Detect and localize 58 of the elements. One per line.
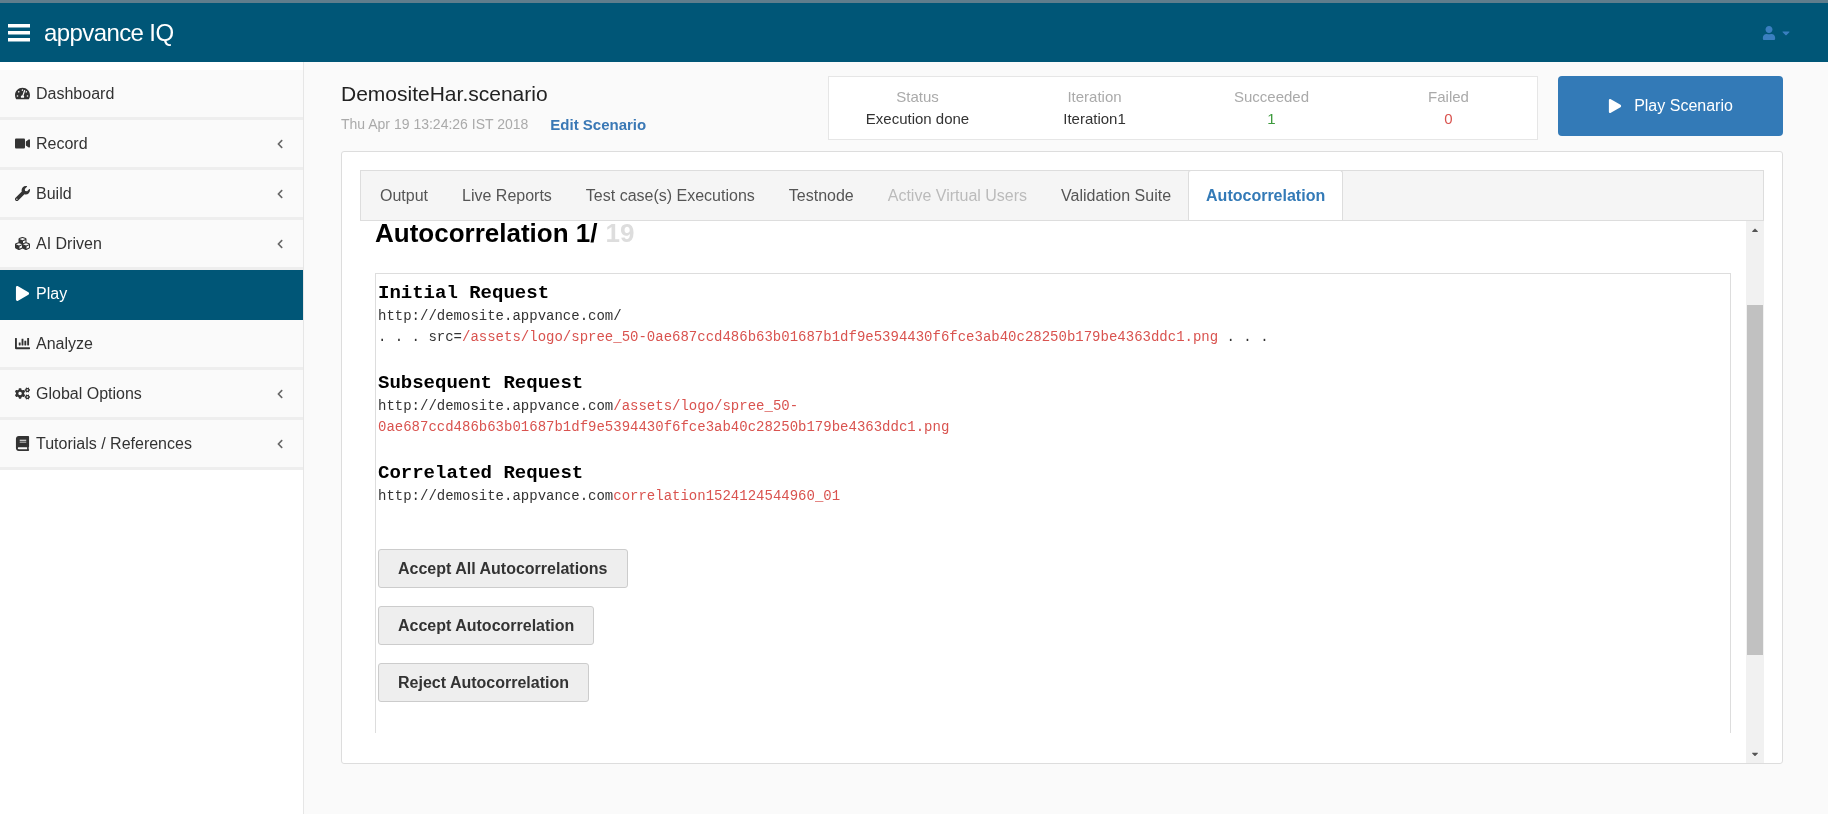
status-value: Iteration1 bbox=[1063, 109, 1126, 129]
sidebar-item[interactable]: AI Driven bbox=[0, 220, 303, 270]
request-url-line: . . . src=/assets/logo/spree_50-0ae687ccd486b63b01687b1df9e5394430f6fce3ab40c28250b179be4363ddc1.png . . . bbox=[378, 328, 1270, 347]
autocorrelation-action-button[interactable]: Accept Autocorrelation bbox=[378, 606, 595, 645]
play-icon bbox=[1608, 99, 1623, 113]
status-value: 0 bbox=[1444, 109, 1453, 129]
tab[interactable]: Validation Suite bbox=[1044, 172, 1189, 220]
chevron-left-icon bbox=[275, 188, 285, 199]
request-url-line: http://demosite.appvance.com/ bbox=[378, 307, 623, 326]
user-icon bbox=[1762, 25, 1776, 40]
tab[interactable]: Live Reports bbox=[445, 172, 569, 220]
scenario-title: DemositeHar.scenario bbox=[341, 81, 549, 107]
status-label: Status bbox=[896, 86, 939, 107]
book-icon bbox=[15, 436, 30, 451]
chevron-left-icon bbox=[275, 238, 285, 249]
chevron-left-icon bbox=[275, 388, 285, 399]
sidebar-item[interactable]: Build bbox=[0, 170, 303, 220]
request-section-title: Correlated Request bbox=[378, 461, 585, 486]
autocorrelation-action-button[interactable]: Reject Autocorrelation bbox=[378, 663, 589, 702]
tab[interactable]: Output bbox=[363, 172, 446, 220]
request-section-title: Initial Request bbox=[378, 281, 551, 306]
sidebar-item[interactable]: Tutorials / References bbox=[0, 420, 303, 470]
autocorrelation-action-button[interactable]: Accept All Autocorrelations bbox=[378, 549, 628, 588]
tab[interactable]: Autocorrelation bbox=[1188, 170, 1344, 220]
status-label: Failed bbox=[1428, 86, 1469, 107]
sidebar-item[interactable]: Analyze bbox=[0, 320, 303, 370]
status-value: 1 bbox=[1267, 109, 1276, 129]
cubes-icon bbox=[15, 236, 30, 251]
bar-chart-icon bbox=[15, 336, 30, 351]
tab[interactable]: Testnode bbox=[771, 172, 871, 220]
sidebar-item[interactable]: Play bbox=[0, 270, 303, 320]
status-value: Execution done bbox=[865, 109, 970, 129]
chevron-left-icon bbox=[275, 138, 285, 149]
request-url-line: 0ae687ccd486b63b01687b1df9e5394430f6fce3ab40c28250b179be4363ddc1.png bbox=[378, 418, 951, 437]
menu-icon[interactable] bbox=[8, 23, 30, 42]
play-icon bbox=[15, 286, 30, 301]
app-logo: appvance IQ bbox=[44, 17, 174, 48]
autocorrelation-heading: Autocorrelation 1/ bbox=[375, 221, 598, 247]
scenario-date: Thu Apr 19 13:24:26 IST 2018 bbox=[341, 115, 529, 135]
status-label: Succeeded bbox=[1233, 86, 1310, 107]
request-url-line: http://demosite.appvance.com/assets/logo/spree_50- bbox=[378, 397, 800, 416]
video-camera-icon bbox=[15, 136, 30, 151]
status-label: Iteration bbox=[1067, 86, 1122, 107]
sidebar-item[interactable]: Dashboard bbox=[0, 70, 303, 120]
sidebar-item[interactable]: Global Options bbox=[0, 370, 303, 420]
user-menu-button[interactable] bbox=[1762, 25, 1792, 40]
sidebar-item[interactable]: Record bbox=[0, 120, 303, 170]
request-section-title: Subsequent Request bbox=[378, 371, 585, 396]
dashboard-gauge-icon bbox=[15, 86, 30, 101]
chevron-left-icon bbox=[275, 438, 285, 449]
scrollbar[interactable] bbox=[1746, 221, 1764, 763]
scrollbar-thumb[interactable] bbox=[1747, 305, 1763, 655]
play-scenario-button[interactable]: Play Scenario bbox=[1558, 76, 1783, 136]
tab[interactable]: Test case(s) Executions bbox=[568, 172, 772, 220]
request-url-line: http://demosite.appvance.comcorrelation1524124544960_01 bbox=[378, 487, 842, 506]
gears-icon bbox=[15, 386, 30, 401]
edit-scenario-link[interactable]: Edit Scenario bbox=[550, 113, 647, 136]
wrench-icon bbox=[15, 186, 30, 201]
